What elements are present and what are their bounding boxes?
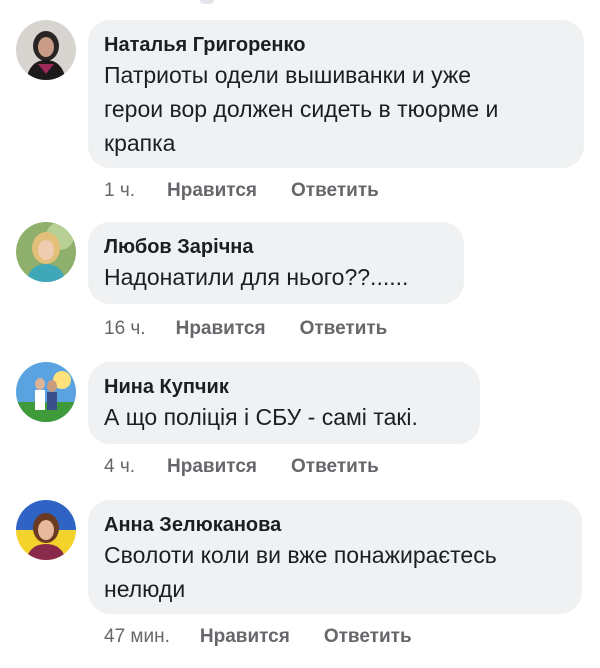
comment-bubble: Анна Зелюканова Сволоти коли ви вже пона… <box>88 500 582 614</box>
comment-bubble: Любов Зарічна Надонатили для нього??....… <box>88 222 464 304</box>
comment-timestamp[interactable]: 1 ч. <box>104 180 135 202</box>
comment-timestamp[interactable]: 47 мин. <box>104 626 170 648</box>
comment-text-line: Сволоти коли ви вже понажираєтесь <box>104 542 497 568</box>
avatar[interactable] <box>16 362 76 422</box>
like-button[interactable]: Нравится <box>167 180 257 202</box>
comment-timestamp[interactable]: 16 ч. <box>104 318 146 340</box>
comment-actions: 47 мин. Нравится Ответить <box>104 626 412 648</box>
reply-button[interactable]: Ответить <box>291 456 379 478</box>
profile-photo-icon <box>16 222 76 282</box>
comment-timestamp[interactable]: 4 ч. <box>104 456 135 478</box>
comment-author[interactable]: Нина Купчик <box>104 374 464 400</box>
comment-author[interactable]: Анна Зелюканова <box>104 512 566 538</box>
reply-button[interactable]: Ответить <box>291 180 379 202</box>
comment-text-line: крапка <box>104 130 176 156</box>
comment-text-line: Патриоты одели вышиванки и уже <box>104 62 472 88</box>
avatar[interactable] <box>16 20 76 80</box>
comment-text-line: герои вор должен сидеть в тюорме и <box>104 96 499 122</box>
avatar[interactable] <box>16 500 76 560</box>
avatar[interactable] <box>16 222 76 282</box>
comment-text-line: Надонатили для нього??...... <box>104 264 409 290</box>
comment-actions: 4 ч. Нравится Ответить <box>104 456 379 478</box>
comment-text-line: А що поліція і СБУ - самі такі. <box>104 404 418 430</box>
comment-author[interactable]: Наталья Григоренко <box>104 32 568 58</box>
comment-actions: 16 ч. Нравится Ответить <box>104 318 387 340</box>
reply-button[interactable]: Ответить <box>324 626 412 648</box>
like-button[interactable]: Нравится <box>200 626 290 648</box>
comment-bubble: Наталья Григоренко Патриоты одели вышива… <box>88 20 584 168</box>
previous-element-edge <box>200 0 214 4</box>
like-button[interactable]: Нравится <box>176 318 266 340</box>
profile-photo-icon <box>16 362 76 422</box>
reply-button[interactable]: Ответить <box>300 318 388 340</box>
comment-bubble: Нина Купчик А що поліція і СБУ - самі та… <box>88 362 480 444</box>
comment-actions: 1 ч. Нравится Ответить <box>104 180 379 202</box>
like-button[interactable]: Нравится <box>167 456 257 478</box>
comment-author[interactable]: Любов Зарічна <box>104 234 448 260</box>
comment-text-line: нелюди <box>104 576 186 602</box>
profile-photo-icon <box>16 500 76 560</box>
profile-photo-icon <box>16 20 76 80</box>
